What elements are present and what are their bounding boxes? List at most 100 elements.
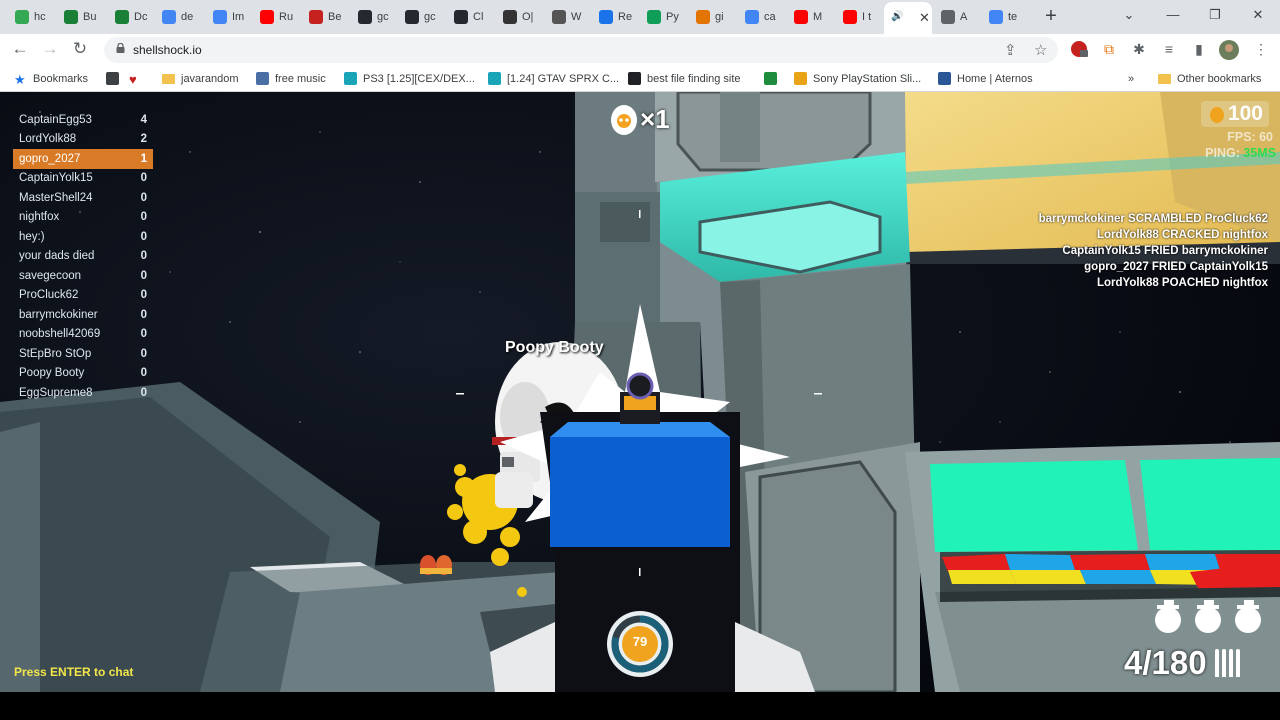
browser-tab[interactable]: W: [545, 4, 591, 30]
browser-tab[interactable]: Be: [302, 4, 348, 30]
scoreboard-row: CaptainEgg53 4: [19, 113, 147, 126]
scoreboard-row: savegecoon 0: [19, 269, 147, 282]
tab-strip: hc Bu Dc de Im Ru Be gc gc Cl O| W Re Py gi ca M I t 🔊 ✕ Ate…: [0, 0, 1280, 34]
bookmarks-overflow-icon[interactable]: »: [1128, 70, 1134, 87]
scoreboard-row: ProCluck62 0: [19, 289, 147, 302]
bookmark-item[interactable]: ♥: [129, 70, 142, 87]
lock-icon: [116, 43, 125, 53]
bookmark-item[interactable]: Home | Aternos: [938, 70, 1033, 87]
bookmark-label: free music: [275, 72, 326, 85]
url-text: shellshock.io: [133, 43, 202, 57]
extensions-puzzle-icon[interactable]: ✱: [1130, 40, 1148, 58]
fps-counter: FPS: 60: [1227, 130, 1273, 144]
bookmark-favicon-icon: [488, 72, 501, 85]
scoreboard-row: your dads died 0: [19, 250, 147, 263]
bookmark-item[interactable]: ★ Bookmarks: [14, 70, 88, 87]
browser-tab[interactable]: Cl: [447, 4, 493, 30]
bookmark-item[interactable]: [764, 70, 777, 87]
game-canvas[interactable]: CaptainEgg53 4 LordYolk88 2 gopro_2027 1 Ca…: [0, 92, 1280, 692]
tab-favicon-icon: [503, 10, 517, 24]
close-window-button[interactable]: ✕: [1245, 5, 1271, 25]
browser-tab[interactable]: I t: [836, 4, 882, 30]
bookmarks-bar: ★ Bookmarks ♥ javarandom free music PS3 [1.25…: [0, 65, 1280, 92]
browser-tab[interactable]: A: [934, 4, 980, 30]
close-tab-icon[interactable]: ✕: [919, 10, 930, 26]
ping-value: 35MS: [1243, 146, 1276, 160]
bookmark-item[interactable]: best file finding site: [628, 70, 741, 87]
browser-tab[interactable]: Dc: [108, 4, 154, 30]
ammo-counter: 4/180: [1124, 644, 1240, 682]
scoreboard-row: MasterShell24 0: [19, 191, 147, 204]
bookmark-item[interactable]: PS3 [1.25][CEX/DEX...: [344, 70, 475, 87]
kill-feed-entry: barrymckokiner SCRAMBLED ProCluck62: [1038, 213, 1268, 225]
bookmark-item[interactable]: javarandom: [162, 70, 238, 87]
new-tab-button[interactable]: +: [1040, 6, 1062, 28]
menu-kebab-icon[interactable]: ⋮: [1252, 40, 1270, 58]
browser-tab[interactable]: de: [155, 4, 201, 30]
scoreboard-row-self: gopro_2027 1: [13, 149, 153, 169]
media-control-icon[interactable]: ≡: [1160, 40, 1178, 58]
tab-favicon-icon: [745, 10, 759, 24]
forward-icon[interactable]: →: [38, 38, 62, 60]
tab-label: Im: [232, 11, 245, 23]
tab-label: A: [960, 11, 968, 23]
other-bookmarks-label: Other bookmarks: [1177, 72, 1262, 85]
browser-tab[interactable]: Ru: [253, 4, 299, 30]
browser-tab[interactable]: Re: [592, 4, 638, 30]
bookmark-favicon-icon: [938, 72, 951, 85]
game-scene: [0, 92, 1280, 692]
browser-tab[interactable]: gc: [398, 4, 444, 30]
side-panel-icon[interactable]: ▮: [1190, 40, 1208, 58]
browser-tab[interactable]: O|: [496, 4, 542, 30]
reload-icon[interactable]: ↻: [68, 38, 92, 60]
tab-favicon-icon: [358, 10, 372, 24]
speaker-icon: 🔊: [891, 11, 904, 22]
tab-label: te: [1008, 11, 1018, 23]
browser-tab[interactable]: te: [982, 4, 1028, 30]
browser-tab[interactable]: Bu: [57, 4, 103, 30]
maximize-button[interactable]: ❐: [1202, 5, 1228, 25]
bookmark-item[interactable]: [1.24] GTAV SPRX C...: [488, 70, 619, 87]
scoreboard-row: Poopy Booty 0: [19, 367, 147, 380]
bookmark-label: Home | Aternos: [957, 72, 1033, 85]
extension-icon-orange[interactable]: ⧉: [1100, 40, 1118, 58]
browser-tab[interactable]: gc: [351, 4, 397, 30]
back-icon[interactable]: ←: [8, 38, 32, 60]
tab-label: gi: [715, 11, 724, 23]
scoreboard-row: EggSupreme8 0: [19, 386, 147, 399]
tab-favicon-icon: [260, 10, 274, 24]
minimize-button[interactable]: —: [1160, 5, 1186, 25]
extension-badge-icon[interactable]: [1070, 40, 1088, 58]
tab-label: Re: [618, 11, 633, 23]
address-bar[interactable]: shellshock.io ⇪ ☆: [104, 37, 1058, 63]
share-icon[interactable]: ⇪: [1004, 41, 1017, 59]
bookmark-item[interactable]: [106, 70, 119, 87]
tab-label: Py: [666, 11, 679, 23]
profile-avatar[interactable]: [1219, 40, 1239, 60]
tab-search-icon[interactable]: ⌄: [1116, 5, 1142, 25]
kill-feed: barrymckokiner SCRAMBLED ProCluck62 Lord…: [1039, 213, 1268, 293]
tab-favicon-icon: [794, 10, 808, 24]
bullets-icon: [1214, 649, 1240, 677]
tab-favicon-icon: [309, 10, 323, 24]
tab-favicon-icon: [552, 10, 566, 24]
browser-tab[interactable]: hc: [8, 4, 54, 30]
tab-favicon-icon: [843, 10, 857, 24]
tab-active[interactable]: 🔊 ✕: [884, 2, 932, 34]
golden-egg-icon: [1209, 107, 1224, 123]
bookmark-item[interactable]: Sony PlayStation Sli...: [794, 70, 921, 87]
other-bookmarks[interactable]: Other bookmarks: [1158, 70, 1261, 87]
tab-label: Be: [328, 11, 342, 23]
tab-label: I t: [862, 11, 872, 23]
tab-favicon-icon: [647, 10, 661, 24]
folder-icon: [1158, 73, 1171, 84]
browser-tab[interactable]: Im: [206, 4, 252, 30]
tab-label: gc: [377, 11, 389, 23]
browser-tab[interactable]: gi: [689, 4, 735, 30]
bookmark-star-icon[interactable]: ☆: [1034, 41, 1047, 59]
tab-favicon-icon: [989, 10, 1003, 24]
browser-tab[interactable]: M: [787, 4, 833, 30]
browser-tab[interactable]: ca: [738, 4, 784, 30]
bookmark-item[interactable]: free music: [256, 70, 326, 87]
browser-tab[interactable]: Py: [640, 4, 686, 30]
